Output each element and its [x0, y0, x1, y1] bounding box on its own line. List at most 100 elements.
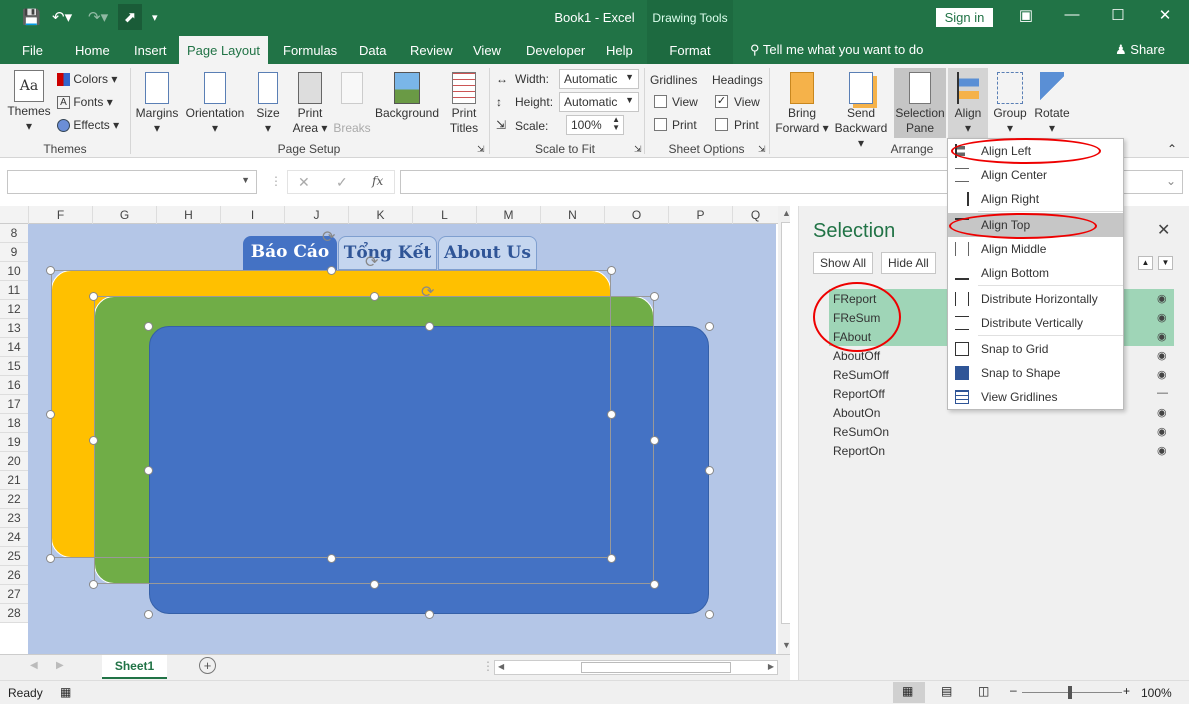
resize-handle[interactable] [144, 466, 153, 475]
headings-view-checkbox[interactable]: ✓ [715, 95, 728, 108]
row-header[interactable]: 16 [0, 376, 28, 395]
send-backward-button[interactable]: Send Backward ▾ [830, 72, 892, 151]
gridlines-view-checkbox[interactable] [654, 95, 667, 108]
row-header[interactable]: 12 [0, 300, 28, 319]
row-header[interactable]: 15 [0, 357, 28, 376]
list-item[interactable]: ReportOff [833, 387, 885, 401]
resize-handle[interactable] [327, 266, 336, 275]
new-sheet-icon[interactable]: + [199, 657, 216, 674]
print-titles-button[interactable]: Print Titles [444, 72, 484, 136]
resize-handle[interactable] [46, 554, 55, 563]
expand-formula-icon[interactable]: ⌄ [1166, 174, 1176, 188]
visibility-eye-icon[interactable]: ◉ [1157, 425, 1167, 438]
next-sheet-icon[interactable]: ▶ [56, 660, 64, 671]
scroll-down-icon[interactable]: ▼ [782, 640, 790, 650]
resize-handle[interactable] [650, 580, 659, 589]
rotate-handle-icon[interactable]: ⟳ [322, 227, 335, 247]
column-header[interactable]: L [412, 206, 476, 224]
tab-shape-tong-ket[interactable]: Tổng Kết [338, 236, 437, 270]
row-header[interactable]: 8 [0, 224, 28, 243]
column-header[interactable]: O [604, 206, 668, 224]
visibility-eye-icon[interactable]: ◉ [1157, 368, 1167, 381]
menu-item-align-right[interactable]: Align Right [948, 187, 1123, 211]
zoom-slider-thumb[interactable] [1068, 686, 1072, 699]
maximize-button[interactable]: ☐ [1098, 6, 1138, 24]
width-select[interactable]: Automatic ▼ [559, 69, 639, 89]
row-header[interactable]: 13 [0, 319, 28, 338]
zoom-slider[interactable] [1022, 692, 1122, 693]
resize-handle[interactable] [705, 322, 714, 331]
tab-home[interactable]: Home [75, 43, 110, 58]
cancel-icon[interactable]: ✕ [298, 174, 310, 191]
drag-handle-icon[interactable]: ⋮ [270, 174, 282, 188]
column-header[interactable]: F [28, 206, 92, 224]
sheet-tab-sheet1[interactable]: Sheet1 [102, 655, 167, 679]
scroll-thumb[interactable] [781, 222, 790, 624]
show-all-button[interactable]: Show All [813, 252, 874, 274]
resize-handle[interactable] [607, 266, 616, 275]
resize-handle[interactable] [607, 554, 616, 563]
scroll-thumb[interactable] [581, 662, 731, 673]
row-header[interactable]: 25 [0, 547, 28, 566]
row-header[interactable]: 10 [0, 262, 28, 281]
resize-handle[interactable] [327, 554, 336, 563]
menu-item-snap-to-grid[interactable]: Snap to Grid [948, 337, 1123, 361]
resize-handle[interactable] [46, 266, 55, 275]
resize-handle[interactable] [144, 610, 153, 619]
normal-view-button[interactable]: ▦ [893, 682, 925, 703]
row-header[interactable]: 9 [0, 243, 28, 262]
row-header[interactable]: 14 [0, 338, 28, 357]
print-area-button[interactable]: Print Area ▾ [290, 72, 330, 136]
menu-item-view-gridlines[interactable]: View Gridlines [948, 385, 1123, 409]
row-header[interactable]: 27 [0, 585, 28, 604]
list-item[interactable]: ReSumOff [833, 368, 889, 382]
background-button[interactable]: Background [374, 72, 440, 121]
visibility-eye-icon[interactable]: ◉ [1157, 444, 1167, 457]
enter-icon[interactable]: ✓ [336, 174, 348, 191]
hidden-dash-icon[interactable]: — [1157, 387, 1168, 399]
resize-handle[interactable] [89, 292, 98, 301]
row-header[interactable]: 26 [0, 566, 28, 585]
tell-me-search[interactable]: ⚲ Tell me what you want to do [750, 42, 923, 58]
bring-forward-arrow-icon[interactable]: ▲ [1138, 256, 1153, 270]
zoom-out-icon[interactable]: – [1010, 683, 1017, 697]
visibility-eye-icon[interactable]: ◉ [1157, 292, 1167, 305]
prev-sheet-icon[interactable]: ◀ [30, 660, 38, 671]
column-header[interactable]: N [540, 206, 604, 224]
tab-formulas[interactable]: Formulas [283, 43, 337, 58]
ribbon-display-icon[interactable]: ▣ [1006, 6, 1046, 24]
spinner-arrows-icon[interactable]: ▲ ▼ [612, 116, 620, 132]
scale-spinner[interactable]: 100% ▲ ▼ [566, 115, 624, 135]
themes-button[interactable]: Aa Themes ▾ [6, 70, 52, 134]
tab-shape-about-us[interactable]: About Us [438, 236, 537, 270]
macro-record-icon[interactable]: ▦ [60, 685, 71, 699]
menu-item-distribute-horizontally[interactable]: Distribute Horizontally [948, 287, 1123, 311]
resize-handle[interactable] [650, 436, 659, 445]
resize-handle[interactable] [425, 610, 434, 619]
visibility-eye-icon[interactable]: ◉ [1157, 330, 1167, 343]
zoom-level[interactable]: 100% [1141, 686, 1172, 700]
gridlines-print-checkbox[interactable] [654, 118, 667, 131]
tab-format[interactable]: Format [647, 36, 733, 64]
drag-handle-icon[interactable]: ⋮ [482, 659, 494, 673]
scroll-right-icon[interactable]: ▶ [768, 662, 774, 671]
resize-handle[interactable] [46, 410, 55, 419]
zoom-in-icon[interactable]: + [1123, 684, 1130, 698]
column-header[interactable]: Q [732, 206, 778, 224]
visibility-eye-icon[interactable]: ◉ [1157, 349, 1167, 362]
headings-print-checkbox[interactable] [715, 118, 728, 131]
tab-insert[interactable]: Insert [134, 43, 167, 58]
dialog-launcher-icon[interactable]: ⇲ [477, 144, 485, 155]
menu-item-snap-to-shape[interactable]: Snap to Shape [948, 361, 1123, 385]
list-item[interactable]: ReSumOn [833, 425, 889, 439]
insert-function-icon[interactable]: fx [372, 174, 383, 188]
visibility-eye-icon[interactable]: ◉ [1157, 406, 1167, 419]
row-header[interactable]: 19 [0, 433, 28, 452]
column-header[interactable]: J [284, 206, 348, 224]
colors-button[interactable]: Colors ▾ [57, 72, 117, 87]
row-header[interactable]: 21 [0, 471, 28, 490]
column-header[interactable]: G [92, 206, 156, 224]
row-header[interactable]: 24 [0, 528, 28, 547]
resize-handle[interactable] [425, 322, 434, 331]
row-header[interactable]: 23 [0, 509, 28, 528]
